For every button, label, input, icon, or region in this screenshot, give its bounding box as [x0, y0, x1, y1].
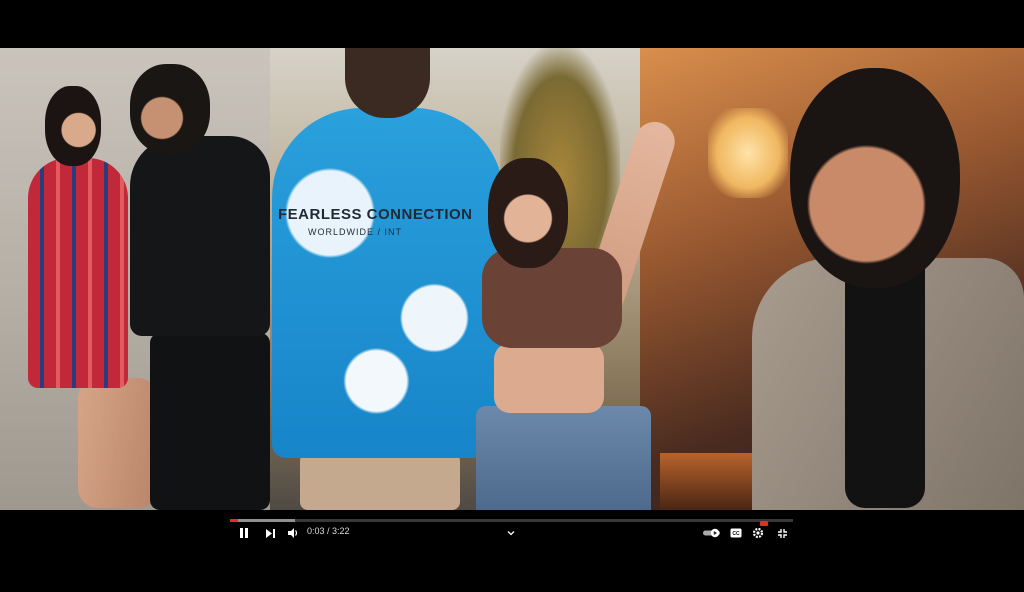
next-button[interactable]: [262, 524, 278, 542]
woman-right-jeans: [476, 406, 651, 510]
volume-icon: [288, 528, 298, 538]
exit-fullscreen-button[interactable]: [775, 524, 789, 542]
hoodie-print-subtext: WORLDWIDE / INT: [308, 227, 402, 237]
settings-button[interactable]: [751, 521, 768, 542]
woman-left-dress: [28, 158, 128, 388]
man-center-pants: [300, 453, 460, 510]
woman-left-legs: [78, 378, 158, 508]
expand-chevron-button[interactable]: [504, 524, 518, 542]
pause-button[interactable]: [236, 524, 252, 542]
volume-button[interactable]: [285, 524, 301, 542]
autoplay-toggle[interactable]: [702, 524, 722, 542]
progress-buffered: [230, 519, 295, 522]
player-controls: 0:03 / 3:22 CC: [230, 521, 793, 542]
woman-left-head: [45, 86, 101, 166]
duration: 3:22: [332, 526, 350, 536]
lamp: [708, 108, 788, 198]
svg-text:CC: CC: [732, 531, 740, 537]
time-separator: /: [324, 526, 333, 536]
next-icon: [265, 528, 275, 538]
captions-button[interactable]: CC: [729, 524, 743, 542]
captions-icon: CC: [730, 528, 742, 538]
hoodie-print-text: FEARLESS CONNECTION: [278, 206, 473, 223]
woman-right-head: [488, 158, 568, 268]
hd-badge: [760, 521, 768, 526]
progress-bar[interactable]: [230, 519, 793, 522]
pause-icon: [240, 528, 248, 538]
man-left-head: [130, 64, 210, 154]
woman-right-top: [482, 248, 622, 348]
man-center-hoodie: [272, 108, 504, 458]
woman-right-waist: [494, 343, 604, 413]
autoplay-toggle-icon: [703, 528, 720, 538]
fullscreen-exit-icon: [777, 528, 787, 538]
man-left-hoodie: [130, 136, 270, 336]
current-time: 0:03: [307, 526, 325, 536]
chevron-down-icon: [507, 531, 515, 536]
video-frame[interactable]: FEARLESS CONNECTION WORLDWIDE / INT: [0, 48, 1024, 510]
man-right-head: [790, 68, 960, 288]
man-left-pants: [150, 333, 270, 510]
settings-icon: [752, 527, 764, 539]
progress-played: [230, 519, 239, 522]
time-display: 0:03 / 3:22: [307, 526, 350, 536]
